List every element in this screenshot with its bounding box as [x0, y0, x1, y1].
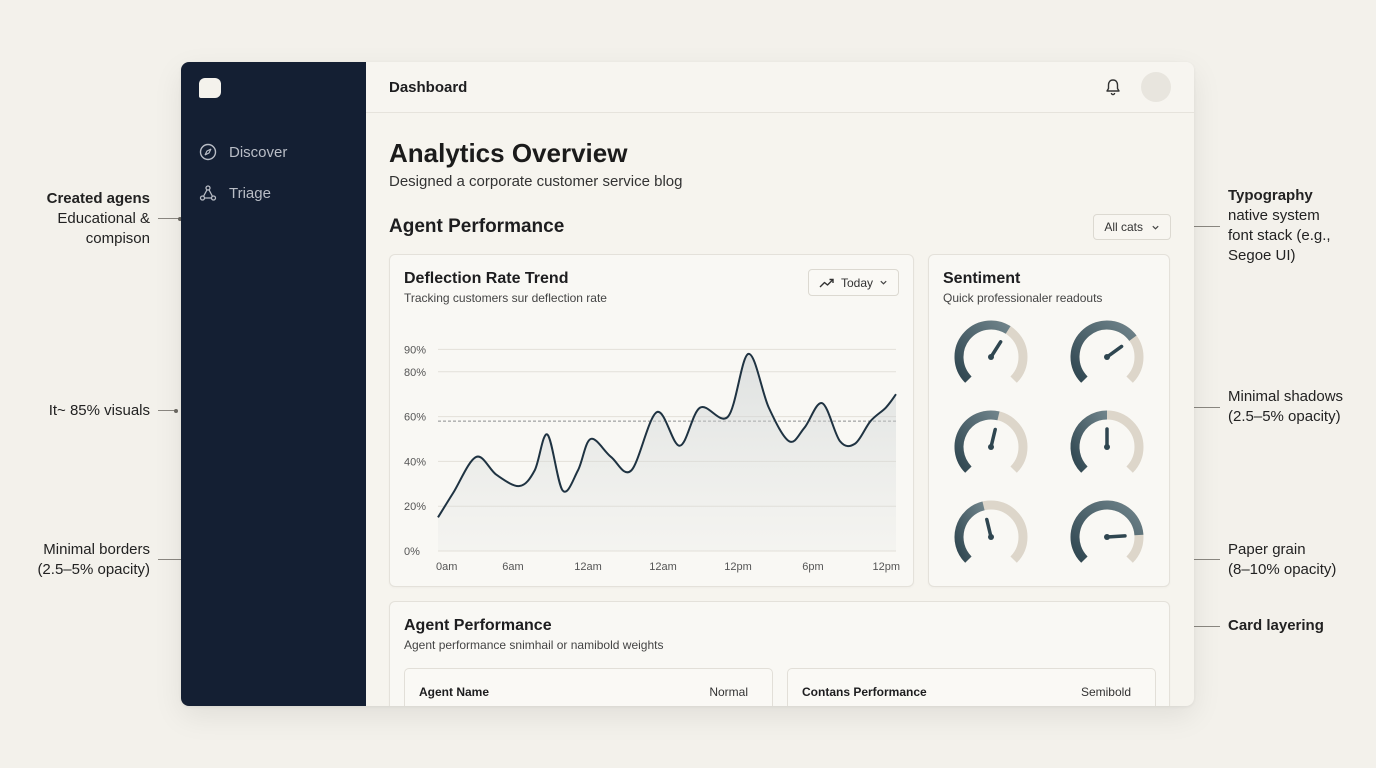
area-fill — [438, 353, 896, 551]
nodes-icon — [199, 185, 217, 201]
column-value: Semibold — [1080, 685, 1131, 699]
sentiment-title: Sentiment — [943, 270, 1021, 287]
top-bar: Dashboard — [366, 62, 1194, 113]
performance-column-contans: Contans Performance Semibold — [787, 668, 1156, 706]
annotation-layering: Card layering — [1228, 617, 1324, 634]
sentiment-gauge — [954, 500, 1028, 563]
app-window: Discover Triage Dashboard Analytics Over… — [181, 62, 1194, 706]
gauge-hub — [1104, 354, 1110, 360]
y-tick-label: 20% — [404, 501, 426, 513]
gauge-hub — [988, 444, 994, 450]
gauge-hub — [1104, 534, 1110, 540]
section-title: Agent Performance — [389, 216, 565, 237]
annotation-line: font stack (e.g., — [1228, 227, 1331, 244]
gauge-fill — [954, 320, 1011, 383]
sentiment-gauge — [1070, 500, 1144, 563]
chart-subtitle: Tracking customers sur deflection rate — [404, 291, 607, 305]
sidebar-item-triage[interactable]: Triage — [199, 184, 271, 202]
gauge-hub — [988, 534, 994, 540]
x-tick-label: 0am — [436, 561, 457, 573]
app-logo[interactable] — [199, 78, 221, 98]
sentiment-gauge — [954, 410, 1028, 473]
header-title: Dashboard — [389, 78, 468, 96]
y-tick-label: 80% — [404, 367, 426, 379]
annotation-borders: Minimal borders (2.5–5% opacity) — [37, 540, 150, 580]
filter-select[interactable]: All cats — [1093, 214, 1171, 240]
sentiment-gauge — [1070, 410, 1144, 473]
gauge-hub — [1104, 444, 1110, 450]
annotation-leader — [158, 216, 182, 221]
annotation-typography: Typography native system font stack (e.g… — [1228, 186, 1331, 266]
annotation-line: (2.5–5% opacity) — [1228, 408, 1341, 425]
y-tick-label: 90% — [404, 344, 426, 356]
sidebar-item-label: Triage — [229, 184, 271, 202]
performance-subtitle: Agent performance snimhail or namibold w… — [404, 638, 664, 652]
gauge-fill — [1070, 410, 1108, 473]
x-tick-label: 12am — [574, 561, 602, 573]
annotation-line: compison — [85, 230, 150, 247]
x-tick-label: 12pm — [724, 561, 752, 573]
sidebar-item-discover[interactable]: Discover — [199, 143, 287, 161]
y-tick-label: 40% — [404, 456, 426, 468]
y-tick-label: 60% — [404, 412, 426, 424]
x-tick-label: 12am — [649, 561, 677, 573]
sentiment-gauge — [1070, 320, 1144, 383]
annotation-line: Paper grain — [1228, 541, 1306, 558]
annotation-grain: Paper grain (8–10% opacity) — [1228, 540, 1336, 580]
annotation-title: Typography — [1228, 187, 1313, 204]
sidebar-item-label: Discover — [229, 143, 288, 161]
chevron-down-icon — [880, 280, 887, 285]
sentiment-gauge — [954, 320, 1028, 383]
filter-select-value: All cats — [1104, 220, 1143, 234]
trend-icon — [819, 278, 834, 287]
column-value: Normal — [709, 685, 748, 699]
annotation-line: Minimal borders — [43, 541, 150, 558]
annotation-line: Segoe UI) — [1228, 247, 1296, 264]
range-button[interactable]: Today — [807, 269, 899, 296]
x-tick-label: 6am — [502, 561, 523, 573]
y-tick-label: 0% — [404, 546, 420, 558]
chart-title: Deflection Rate Trend — [404, 270, 569, 287]
agent-performance-card: Agent Performance Agent performance snim… — [389, 601, 1170, 706]
annotation-line: (2.5–5% opacity) — [37, 561, 150, 578]
performance-title: Agent Performance — [404, 617, 552, 634]
gauge-fill — [1070, 500, 1144, 563]
chevron-down-icon — [1152, 225, 1159, 230]
x-tick-label: 6pm — [802, 561, 823, 573]
deflection-chart-card: 0% 20% 40% 60% 80% 90% 0am 6am 12am 12am 12pm 6pm 12… — [389, 254, 914, 587]
main-content: Dashboard Analytics Overview Designed a … — [366, 62, 1194, 706]
performance-column-agent-name: Agent Name Normal — [404, 668, 773, 706]
sidebar: Discover Triage — [181, 62, 366, 706]
sentiment-subtitle: Quick professionaler readouts — [943, 291, 1103, 305]
annotation-line: (8–10% opacity) — [1228, 561, 1337, 578]
annotation-title: Created agens — [46, 190, 150, 207]
annotation-line: Educational & — [57, 210, 150, 227]
range-button-label: Today — [840, 275, 873, 290]
annotation-shadows: Minimal shadows (2.5–5% opacity) — [1228, 387, 1343, 427]
bell-icon[interactable] — [1103, 77, 1123, 97]
avatar[interactable] — [1141, 72, 1171, 102]
compass-icon — [199, 143, 217, 161]
annotation-created-agents: Created agens Educational & compison — [47, 189, 150, 249]
gauge-fill — [1070, 320, 1137, 383]
annotation-line: native system — [1228, 207, 1320, 224]
annotation-leader — [158, 408, 178, 413]
annotation-line: Minimal shadows — [1228, 388, 1344, 405]
page-title: Analytics Overview — [389, 138, 628, 168]
annotation-visuals: It~ 85% visuals — [48, 402, 150, 419]
page-subtitle: Designed a corporate customer service bl… — [389, 173, 683, 190]
column-label: Agent Name — [419, 685, 490, 699]
sentiment-card: Sentiment Quick professionaler readouts — [928, 254, 1170, 587]
column-label: Contans Performance — [802, 685, 927, 699]
x-tick-label: 12pm — [872, 561, 900, 573]
gauge-hub — [988, 354, 994, 360]
